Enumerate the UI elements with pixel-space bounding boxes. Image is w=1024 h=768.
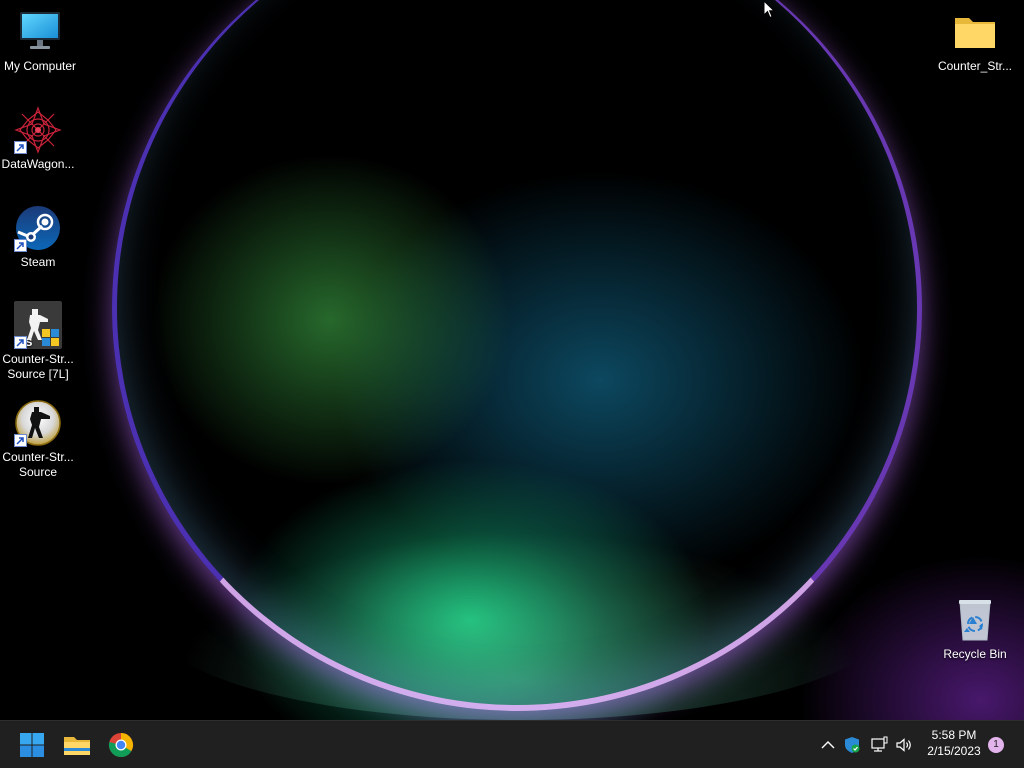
desktop-icon-label-line2: Source [7L] xyxy=(7,367,69,381)
network-icon xyxy=(871,736,888,752)
desktop-icon-label: Counter_Str... xyxy=(937,59,1013,73)
steam-icon xyxy=(14,204,62,252)
monitor-icon xyxy=(16,8,64,56)
show-hidden-icons-button[interactable] xyxy=(818,735,838,755)
windows-security-button[interactable] xyxy=(842,735,862,755)
css-icon xyxy=(14,399,62,447)
desktop-icon-recycle-bin[interactable]: Recycle Bin xyxy=(935,596,1015,662)
desktop-wallpaper xyxy=(0,0,1024,720)
taskbar: 5:58 PM 2/15/2023 1 xyxy=(0,720,1024,768)
chrome-button[interactable] xyxy=(105,729,137,761)
chevron-up-icon xyxy=(821,741,835,749)
desktop-icon-label-line1: Counter-Str... xyxy=(2,352,74,366)
desktop-icon-label-line2: Source xyxy=(18,465,58,479)
css-7l-icon: CS xyxy=(14,301,62,349)
windows-logo-icon xyxy=(20,733,44,757)
mouse-cursor-icon xyxy=(763,0,776,24)
desktop-icon-css-7l[interactable]: CS Counter-Str... Source [7L] xyxy=(0,301,78,382)
clock-time: 5:58 PM xyxy=(931,728,977,742)
volume-icon xyxy=(896,738,911,752)
notification-badge[interactable]: 1 xyxy=(988,737,1004,753)
desktop-icon-css[interactable]: Counter-Str... Source xyxy=(0,399,78,480)
shortcut-arrow-icon xyxy=(14,434,27,447)
volume-button[interactable] xyxy=(894,735,914,755)
desktop-icon-label-line1: Counter-Str... xyxy=(2,450,74,464)
shortcut-arrow-icon xyxy=(14,336,27,349)
network-button[interactable] xyxy=(869,735,889,755)
desktop-icon-my-computer[interactable]: My Computer xyxy=(0,8,80,74)
datawagon-icon xyxy=(14,106,62,154)
taskbar-clock[interactable]: 5:58 PM 2/15/2023 xyxy=(918,727,990,759)
shortcut-arrow-icon xyxy=(14,239,27,252)
folder-icon xyxy=(64,737,90,755)
desktop-icon-label: Recycle Bin xyxy=(943,647,1007,661)
desktop-icon-label: DataWagon... xyxy=(1,157,75,171)
desktop-icon-label: My Computer xyxy=(3,59,77,73)
clock-date: 2/15/2023 xyxy=(927,744,981,758)
desktop-icon-counter-str-folder[interactable]: Counter_Str... xyxy=(935,8,1015,74)
desktop-icon-datawagon[interactable]: DataWagon... xyxy=(0,106,78,172)
folder-icon xyxy=(951,8,999,56)
desktop-icon-label: Steam xyxy=(20,255,56,269)
file-explorer-button[interactable] xyxy=(61,729,93,761)
shortcut-arrow-icon xyxy=(14,141,27,154)
windows-security-icon xyxy=(845,737,860,753)
start-button[interactable] xyxy=(16,729,48,761)
chrome-icon xyxy=(108,733,134,758)
desktop-icon-steam[interactable]: Steam xyxy=(0,204,78,270)
recycle-bin-icon xyxy=(951,596,999,644)
